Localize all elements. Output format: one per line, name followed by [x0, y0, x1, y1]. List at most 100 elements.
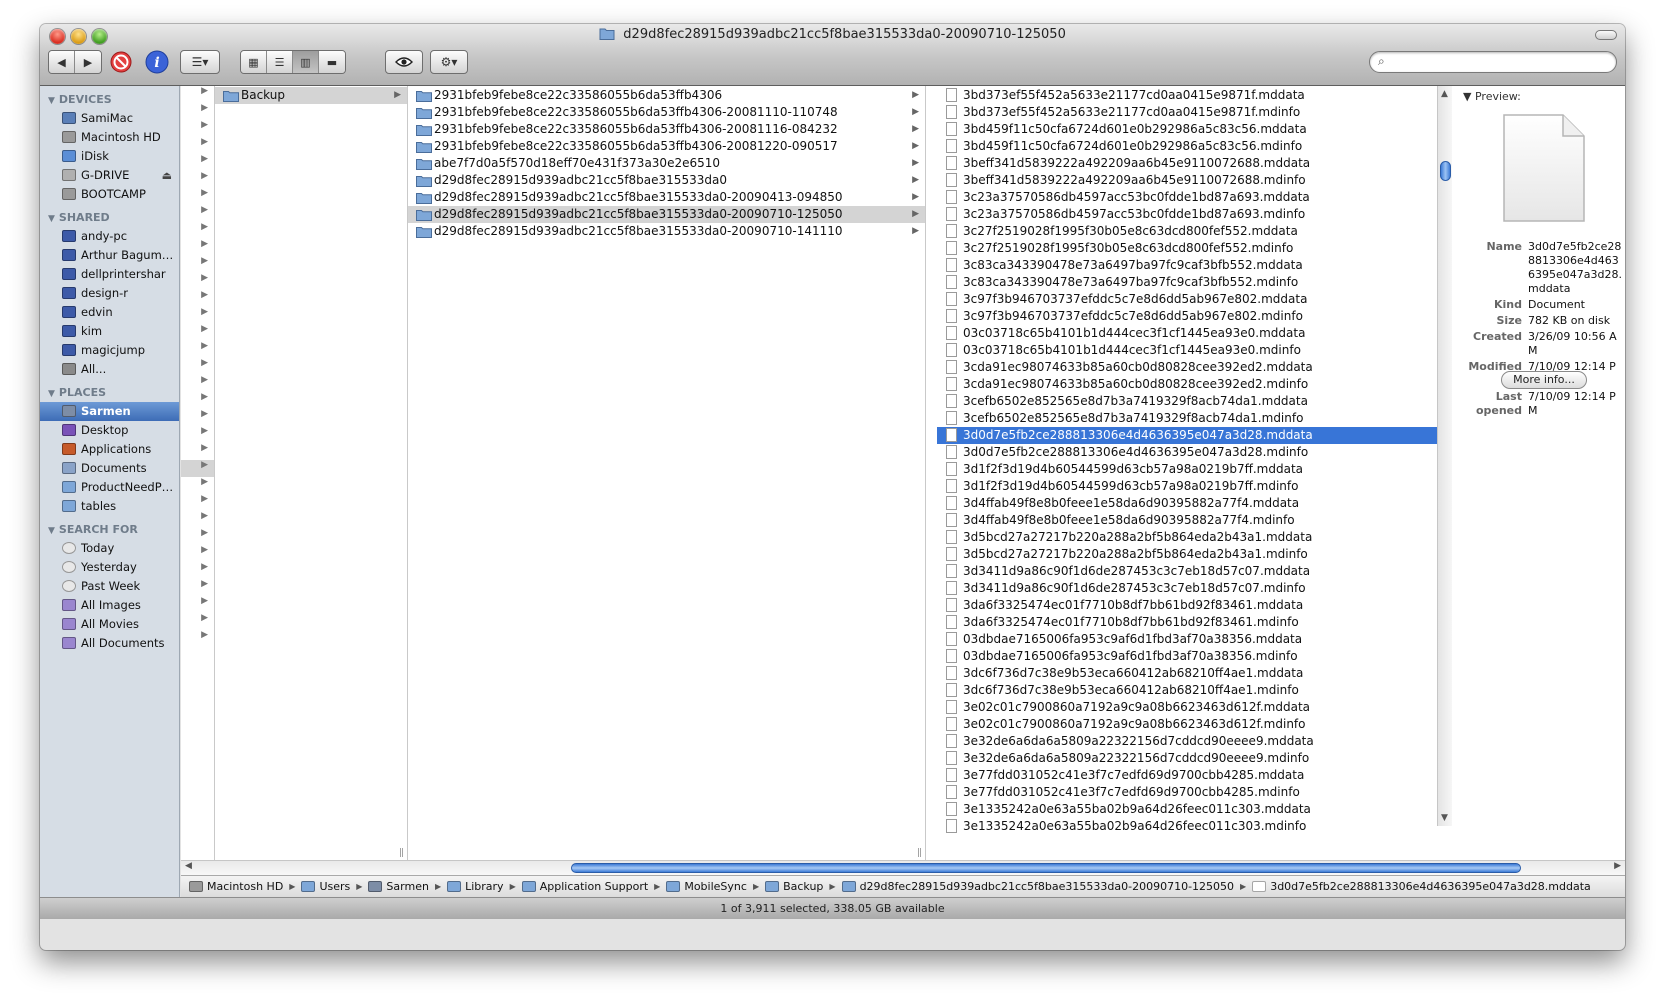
list-item[interactable]: ▶ [181, 103, 214, 120]
sidebar-section-header[interactable]: ▼ DEVICES [40, 90, 179, 109]
file-row[interactable]: 3d0d7e5fb2ce288813306e4d4636395e047a3d28… [937, 444, 1437, 461]
list-item[interactable]: ▶ [181, 613, 214, 630]
list-item[interactable]: ▶ [181, 222, 214, 239]
sidebar-item[interactable]: magicjump [40, 341, 179, 360]
path-crumb[interactable]: 3d0d7e5fb2ce288813306e4d4636395e047a3d28… [1252, 880, 1591, 893]
file-row[interactable]: 3c97f3b946703737efddc5c7e8d6dd5ab967e802… [937, 291, 1437, 308]
sidebar-item[interactable]: Macintosh HD [40, 128, 179, 147]
arrange-button[interactable]: ☰▾ [180, 50, 220, 74]
horizontal-scroll-thumb[interactable] [571, 863, 1521, 873]
coverflow-view-button[interactable]: ▬ [319, 51, 345, 73]
list-item[interactable]: ▶ [181, 477, 214, 494]
file-row[interactable]: 03c03718c65b4101b1d444cec3f1cf1445ea93e0… [937, 342, 1437, 359]
search-field[interactable]: ⌕ [1369, 51, 1617, 73]
file-row[interactable]: 3beff341d5839222a492209aa6b45e9110072688… [937, 172, 1437, 189]
file-row[interactable]: 3d3411d9a86c90f1d6de287453c3c7eb18d57c07… [937, 563, 1437, 580]
sidebar-item[interactable]: kim [40, 322, 179, 341]
quick-look-button[interactable] [385, 50, 423, 74]
list-item[interactable]: ▶ [181, 239, 214, 256]
folder-row[interactable]: d29d8fec28915d939adbc21cc5f8bae315533da0… [408, 172, 925, 189]
list-item[interactable]: ▶ [181, 426, 214, 443]
sidebar-item[interactable]: iDisk [40, 147, 179, 166]
file-row[interactable]: 3c23a37570586db4597acc53bc0fdde1bd87a693… [937, 189, 1437, 206]
file-row[interactable]: 3e77fdd031052c41e3f7c7edfd69d9700cbb4285… [937, 784, 1437, 801]
scroll-up-arrow-icon[interactable]: ▲ [1441, 89, 1448, 99]
icon-view-button[interactable]: ▦ [241, 51, 267, 73]
folder-row[interactable]: 2931bfeb9febe8ce22c33586055b6da53ffb4306… [408, 104, 925, 121]
path-crumb[interactable]: Users ▶ [301, 880, 368, 893]
scroll-left-arrow-icon[interactable]: ◀ [185, 861, 192, 871]
folder-row[interactable]: 2931bfeb9febe8ce22c33586055b6da53ffb4306… [408, 87, 925, 104]
get-info-button[interactable]: i [144, 50, 170, 74]
file-row[interactable]: 3da6f3325474ec01f7710b8df7bb61bd92f83461… [937, 614, 1437, 631]
file-row[interactable]: 3dc6f736d7c38e9b53eca660412ab68210ff4ae1… [937, 665, 1437, 682]
file-row[interactable]: 3cda91ec98074633b85a60cb0d80828cee392ed2… [937, 376, 1437, 393]
sidebar-item[interactable]: Documents [40, 459, 179, 478]
sidebar-item[interactable]: All Images [40, 596, 179, 615]
list-item[interactable]: ▶ [181, 120, 214, 137]
scroll-down-arrow-icon[interactable]: ▼ [1441, 813, 1448, 823]
more-info-button[interactable]: More info... [1501, 371, 1587, 389]
folder-row[interactable]: 2931bfeb9febe8ce22c33586055b6da53ffb4306… [408, 138, 925, 155]
list-item[interactable]: ▶ [181, 341, 214, 358]
list-view-button[interactable]: ☰ [267, 51, 293, 73]
list-item[interactable]: ▶ [181, 562, 214, 579]
path-crumb[interactable]: Macintosh HD ▶ [189, 880, 301, 893]
stop-button[interactable] [108, 50, 134, 74]
column-resize-handle[interactable]: || [917, 848, 922, 858]
list-item[interactable]: ▶ [181, 273, 214, 290]
sidebar-item[interactable]: andy-pc [40, 227, 179, 246]
list-item[interactable]: ▶ [181, 579, 214, 596]
folder-row[interactable]: d29d8fec28915d939adbc21cc5f8bae315533da0… [408, 206, 925, 223]
folder-row[interactable]: d29d8fec28915d939adbc21cc5f8bae315533da0… [408, 189, 925, 206]
scroll-right-arrow-icon[interactable]: ▶ [1614, 861, 1621, 871]
list-item[interactable]: ▶ [181, 307, 214, 324]
sidebar-section-header[interactable]: ▼ SHARED [40, 208, 179, 227]
file-row[interactable]: 3d1f2f3d19d4b60544599d63cb57a98a0219b7ff… [937, 478, 1437, 495]
sidebar-item[interactable]: Arthur Bagumya... [40, 246, 179, 265]
list-item[interactable]: ▶ [181, 205, 214, 222]
list-item[interactable]: ▶ [181, 630, 214, 647]
list-item[interactable]: ▶ [181, 545, 214, 562]
sidebar-item[interactable]: edvin [40, 303, 179, 322]
folder-row[interactable]: abe7f7d0a5f570d18eff70e431f373a30e2e6510… [408, 155, 925, 172]
sidebar-item[interactable]: All Movies [40, 615, 179, 634]
eject-icon[interactable]: ⏏ [162, 166, 172, 185]
sidebar-item[interactable]: design-r [40, 284, 179, 303]
list-item[interactable]: ▶ [181, 443, 214, 460]
file-row[interactable]: 03c03718c65b4101b1d444cec3f1cf1445ea93e0… [937, 325, 1437, 342]
action-button[interactable]: ⚙▾ [430, 50, 468, 74]
column-view-button[interactable]: ▥ [293, 51, 319, 73]
list-item[interactable]: ▶ [181, 460, 214, 477]
list-item[interactable]: ▶ [181, 596, 214, 613]
path-crumb[interactable]: MobileSync ▶ [666, 880, 765, 893]
list-item[interactable]: ▶ [181, 171, 214, 188]
file-row[interactable]: 3c97f3b946703737efddc5c7e8d6dd5ab967e802… [937, 308, 1437, 325]
file-row[interactable]: 3bd459f11c50cfa6724d601e0b292986a5c83c56… [937, 138, 1437, 155]
list-item[interactable]: ▶ [181, 324, 214, 341]
file-row[interactable]: 3beff341d5839222a492209aa6b45e9110072688… [937, 155, 1437, 172]
sidebar-section-header[interactable]: ▼ PLACES [40, 383, 179, 402]
file-row[interactable]: 03dbdae7165006fa953c9af6d1fbd3af70a38356… [937, 631, 1437, 648]
folder-row[interactable]: Backup ▶ [215, 87, 407, 104]
file-row[interactable]: 3c27f2519028f1995f30b05e8c63dcd800fef552… [937, 223, 1437, 240]
file-row[interactable]: 03dbdae7165006fa953c9af6d1fbd3af70a38356… [937, 648, 1437, 665]
file-row[interactable]: 3e02c01c7900860a7192a9c9a08b6623463d612f… [937, 699, 1437, 716]
back-button[interactable]: ◀ [49, 51, 75, 73]
path-crumb[interactable]: Library ▶ [447, 880, 522, 893]
file-row[interactable]: 3d5bcd27a27217b220a288a2bf5b864eda2b43a1… [937, 529, 1437, 546]
file-row[interactable]: 3c27f2519028f1995f30b05e8c63dcd800fef552… [937, 240, 1437, 257]
file-row[interactable]: 3bd459f11c50cfa6724d601e0b292986a5c83c56… [937, 121, 1437, 138]
list-item[interactable]: ▶ [181, 290, 214, 307]
sidebar-item[interactable]: SamiMac [40, 109, 179, 128]
file-row[interactable]: 3e1335242a0e63a55ba02b9a64d26feec011c303… [937, 818, 1437, 835]
sidebar-item[interactable]: tables [40, 497, 179, 516]
sidebar-item[interactable]: Today [40, 539, 179, 558]
file-row[interactable]: 3d4ffab49f8e8b0feee1e58da6d90395882a77f4… [937, 495, 1437, 512]
list-item[interactable]: ▶ [181, 375, 214, 392]
path-crumb[interactable]: Backup ▶ [765, 880, 841, 893]
vertical-scroll-thumb[interactable] [1440, 161, 1451, 181]
sidebar-item[interactable]: All Documents [40, 634, 179, 653]
list-item[interactable]: ▶ [181, 256, 214, 273]
sidebar-item[interactable]: dellprintershar [40, 265, 179, 284]
